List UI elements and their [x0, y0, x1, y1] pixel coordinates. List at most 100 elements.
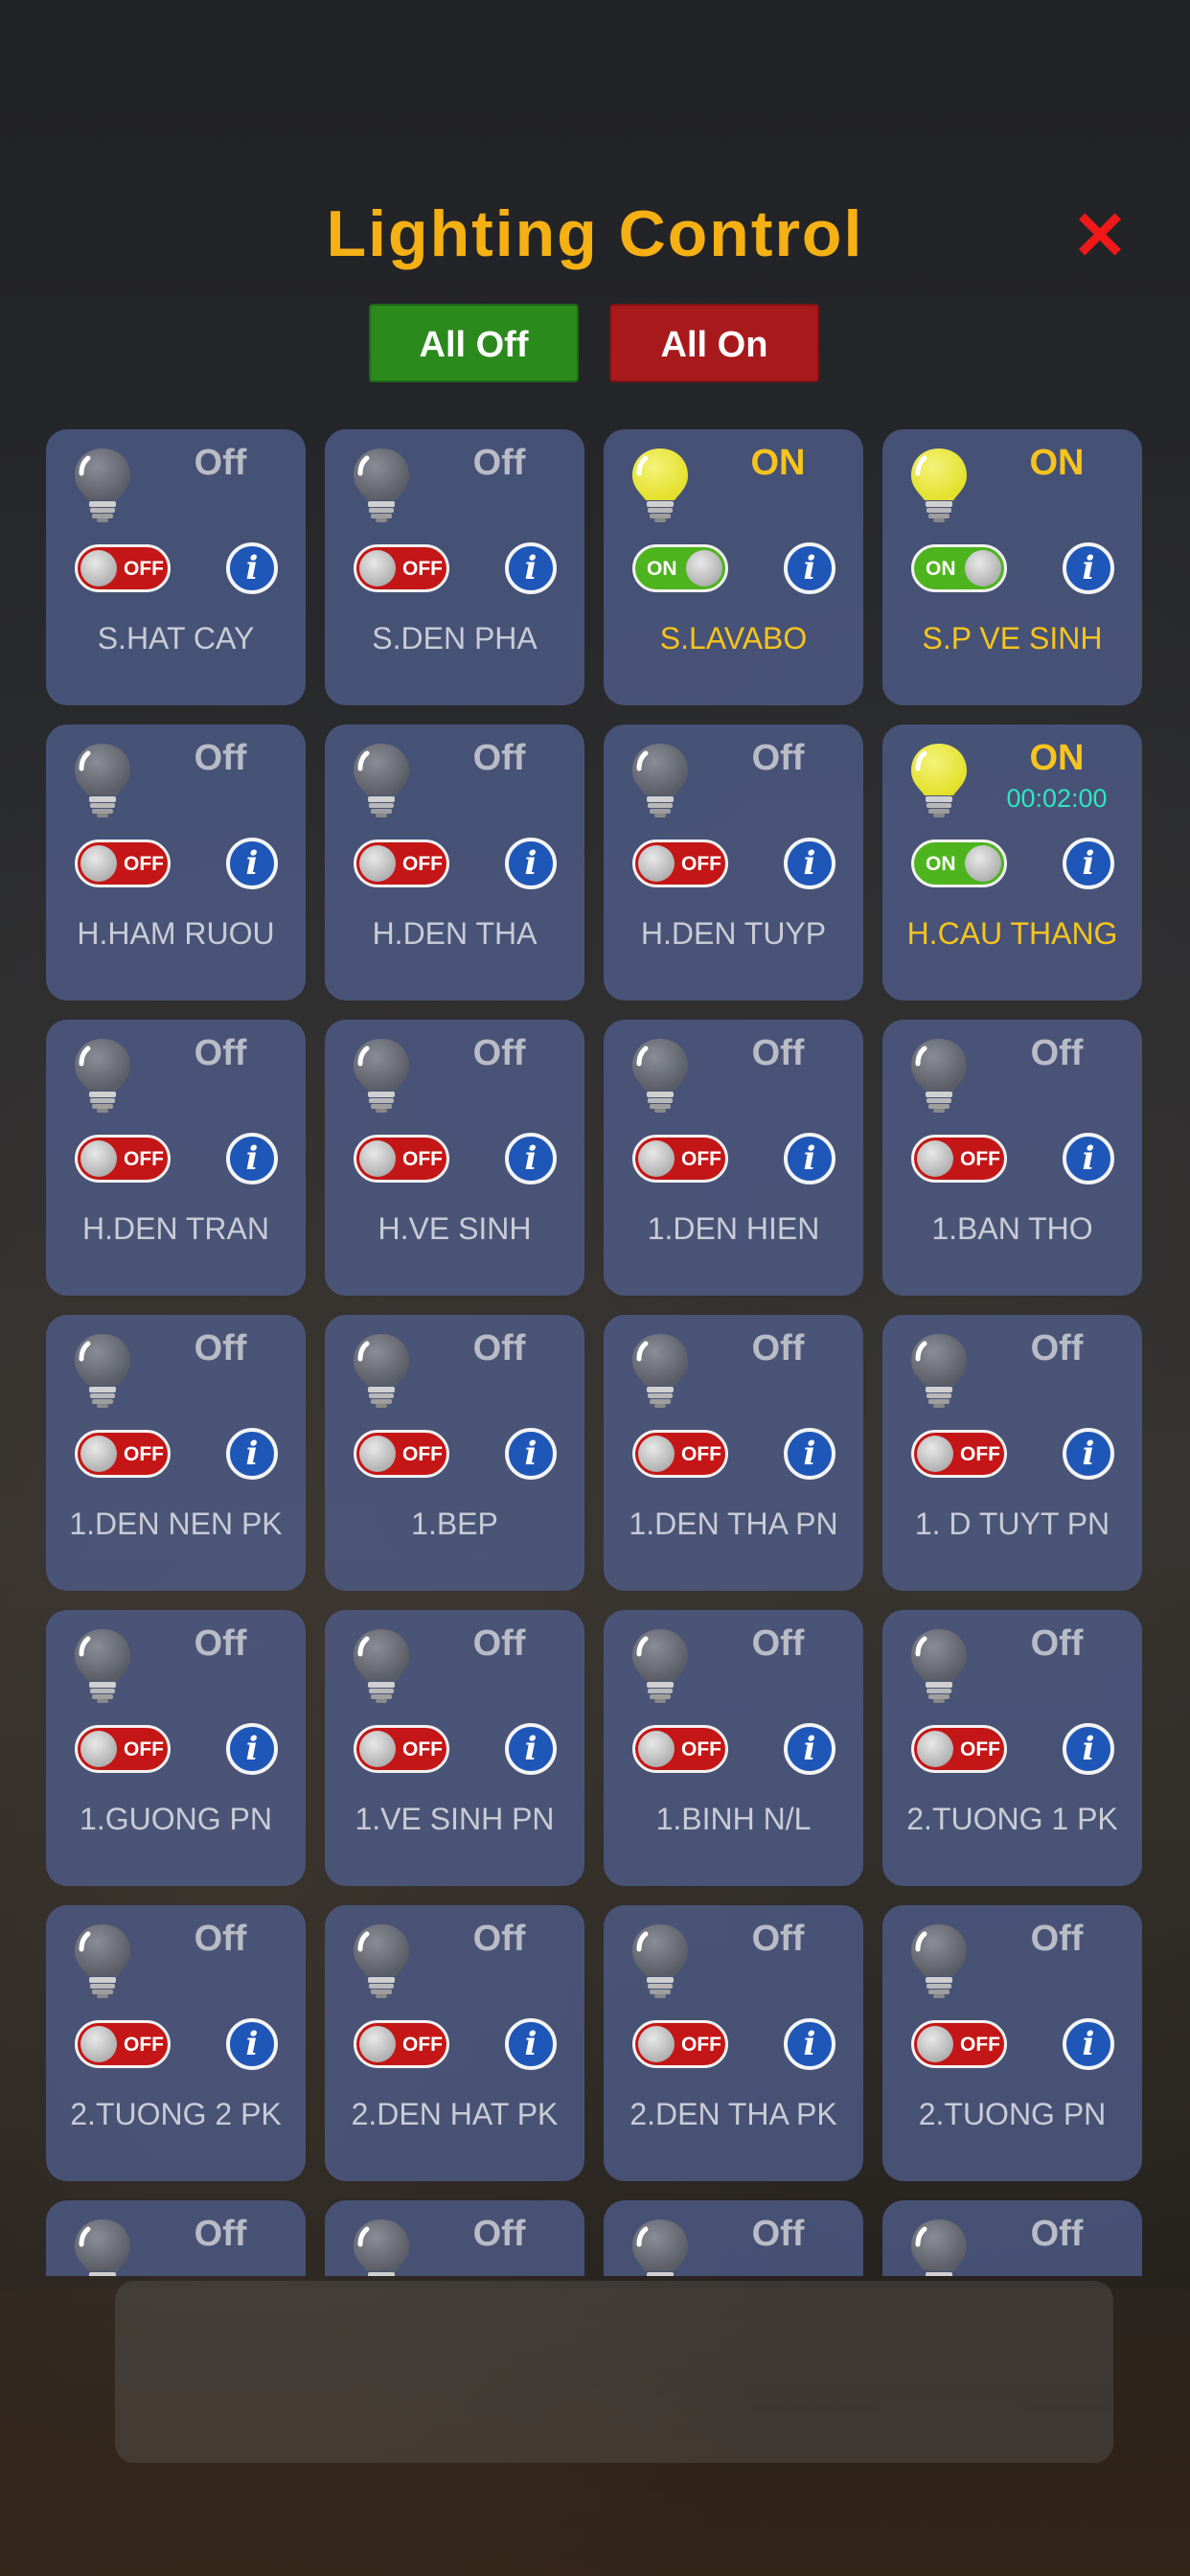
light-toggle[interactable]: OFF	[354, 840, 449, 887]
info-button[interactable]: i	[1063, 2018, 1114, 2070]
light-toggle[interactable]: OFF	[75, 840, 171, 887]
toggle-knob	[638, 1140, 675, 1177]
light-toggle[interactable]: OFF	[632, 840, 728, 887]
toggle-label: OFF	[402, 1148, 443, 1170]
light-toggle[interactable]: OFF	[75, 544, 171, 592]
light-toggle[interactable]: OFF	[75, 1430, 171, 1478]
toggle-label: ON	[926, 558, 956, 580]
light-toggle[interactable]: OFF	[354, 1725, 449, 1773]
info-button[interactable]: i	[1063, 542, 1114, 594]
light-toggle[interactable]: ON	[911, 840, 1007, 887]
info-button[interactable]: i	[1063, 1723, 1114, 1775]
info-button[interactable]: i	[784, 1723, 835, 1775]
light-status: Off	[751, 1623, 805, 1664]
info-icon: i	[245, 549, 259, 587]
toggle-label: OFF	[402, 1738, 443, 1760]
light-name: 1.GUONG PN	[80, 1802, 272, 1836]
light-toggle[interactable]: OFF	[632, 1135, 728, 1183]
info-icon: i	[1082, 1139, 1095, 1178]
light-toggle[interactable]: OFF	[911, 1135, 1007, 1183]
light-toggle[interactable]: ON	[632, 544, 728, 592]
light-bulb-icon	[630, 1332, 690, 1409]
light-name: 1.BEP	[411, 1506, 498, 1541]
info-button[interactable]: i	[1063, 1428, 1114, 1480]
toggle-knob	[359, 550, 396, 586]
light-status: Off	[1030, 1033, 1084, 1073]
toggle-label: ON	[926, 853, 956, 875]
info-button[interactable]: i	[226, 1133, 278, 1184]
info-button[interactable]: i	[1063, 1133, 1114, 1184]
light-toggle[interactable]: OFF	[632, 1430, 728, 1478]
light-toggle[interactable]: ON	[911, 544, 1007, 592]
light-card: Off OFF i 1.DEN HIEN	[604, 1020, 863, 1296]
info-button[interactable]: i	[505, 1723, 557, 1775]
light-status: ON	[750, 443, 806, 483]
info-icon: i	[245, 844, 259, 883]
light-bulb-icon	[630, 1627, 690, 1704]
toggle-label: OFF	[402, 558, 443, 580]
light-name: H.DEN TUYP	[640, 916, 827, 951]
all-off-button[interactable]: All Off	[369, 304, 579, 382]
info-button[interactable]: i	[784, 2018, 835, 2070]
light-card: Off OFF i	[604, 2200, 863, 2276]
info-button[interactable]: i	[505, 1133, 557, 1184]
toggle-knob	[638, 845, 675, 882]
toggle-label: ON	[647, 558, 677, 580]
light-toggle[interactable]: OFF	[75, 1725, 171, 1773]
light-toggle[interactable]: OFF	[911, 1430, 1007, 1478]
light-toggle[interactable]: OFF	[632, 2020, 728, 2068]
info-button[interactable]: i	[784, 1133, 835, 1184]
light-toggle[interactable]: OFF	[75, 1135, 171, 1183]
info-button[interactable]: i	[505, 1428, 557, 1480]
toggle-knob	[80, 550, 117, 586]
light-status: Off	[472, 2214, 526, 2254]
light-toggle[interactable]: OFF	[354, 2020, 449, 2068]
info-button[interactable]: i	[784, 838, 835, 889]
light-status: Off	[194, 443, 247, 483]
light-toggle[interactable]: OFF	[911, 2020, 1007, 2068]
light-bulb-icon	[909, 1627, 969, 1704]
light-name: H.DEN THA	[372, 916, 538, 951]
info-button[interactable]: i	[226, 2018, 278, 2070]
toggle-knob	[965, 550, 1001, 586]
light-bulb-icon	[73, 447, 132, 523]
toggle-knob	[359, 1731, 396, 1767]
light-name: 1.BAN THO	[931, 1211, 1093, 1246]
toggle-label: OFF	[124, 1738, 164, 1760]
toggle-label: OFF	[681, 853, 721, 875]
all-on-button[interactable]: All On	[609, 304, 819, 382]
info-icon: i	[245, 1139, 259, 1178]
light-toggle[interactable]: OFF	[911, 1725, 1007, 1773]
info-button[interactable]: i	[505, 2018, 557, 2070]
info-button[interactable]: i	[1063, 838, 1114, 889]
info-button[interactable]: i	[226, 1428, 278, 1480]
light-status: Off	[472, 1328, 526, 1368]
info-button[interactable]: i	[226, 1723, 278, 1775]
light-card: Off OFF i S.HAT CAY	[46, 429, 306, 705]
info-button[interactable]: i	[784, 542, 835, 594]
toggle-knob	[917, 2026, 953, 2062]
light-status: Off	[194, 738, 247, 778]
light-bulb-icon	[73, 1922, 132, 1999]
light-timer: 00:02:00	[1006, 784, 1108, 813]
info-button[interactable]: i	[505, 542, 557, 594]
light-bulb-icon	[73, 2218, 132, 2276]
info-button[interactable]: i	[784, 1428, 835, 1480]
light-toggle[interactable]: OFF	[354, 544, 449, 592]
light-toggle[interactable]: OFF	[75, 2020, 171, 2068]
light-toggle[interactable]: OFF	[354, 1135, 449, 1183]
light-name: S.HAT CAY	[97, 621, 255, 656]
light-card: Off OFF i 1.BEP	[325, 1315, 584, 1591]
toggle-knob	[965, 845, 1001, 882]
light-status: Off	[472, 443, 526, 483]
toggle-knob	[917, 1731, 953, 1767]
light-name: 2.TUONG 1 PK	[906, 1802, 1118, 1836]
info-button[interactable]: i	[226, 542, 278, 594]
light-status: Off	[194, 1033, 247, 1073]
light-toggle[interactable]: OFF	[354, 1430, 449, 1478]
info-button[interactable]: i	[505, 838, 557, 889]
info-icon: i	[1082, 1730, 1095, 1768]
close-icon[interactable]: ✕	[1065, 201, 1134, 270]
info-button[interactable]: i	[226, 838, 278, 889]
light-toggle[interactable]: OFF	[632, 1725, 728, 1773]
